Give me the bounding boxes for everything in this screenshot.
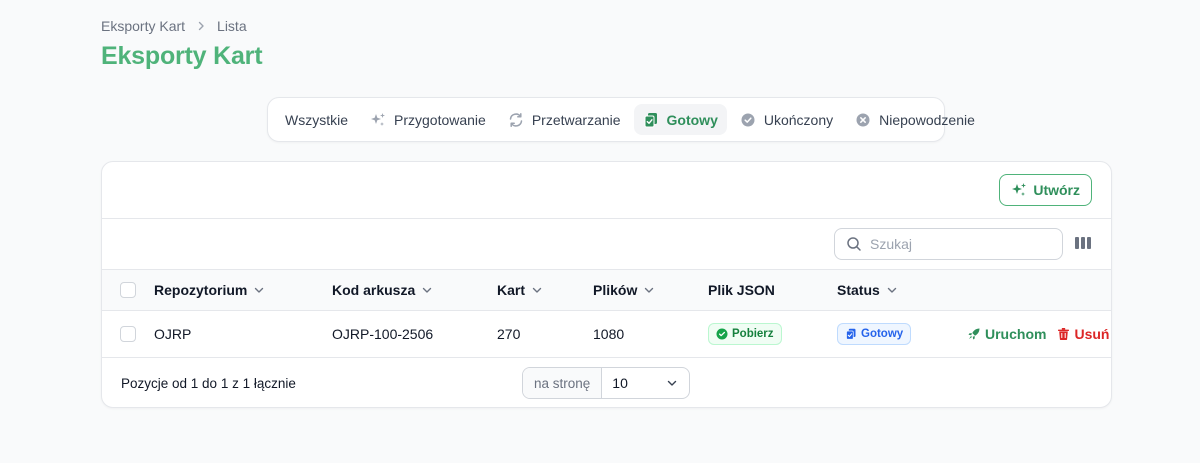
rocket-icon bbox=[968, 328, 980, 340]
pagination-summary: Pozycje od 1 do 1 z 1 łącznie bbox=[121, 375, 296, 391]
create-button-label: Utwórz bbox=[1033, 182, 1080, 198]
breadcrumb-current: Lista bbox=[217, 18, 247, 34]
row-select-checkbox[interactable] bbox=[120, 326, 136, 342]
run-button-label: Uruchom bbox=[985, 326, 1047, 342]
page-title: Eksporty Kart bbox=[101, 42, 263, 70]
chevron-down-icon bbox=[643, 284, 655, 296]
cell-sheet-code: OJRP-100-2506 bbox=[332, 326, 434, 342]
per-page-select[interactable]: 10 bbox=[602, 368, 689, 398]
document-check-icon bbox=[845, 328, 857, 340]
columns-toggle-icon[interactable] bbox=[1075, 236, 1091, 250]
sparkles-icon bbox=[1011, 182, 1027, 198]
check-circle-icon bbox=[740, 112, 756, 128]
tab-label: Ukończony bbox=[763, 111, 834, 128]
tab-label: Wszystkie bbox=[285, 111, 348, 128]
chevron-down-icon bbox=[253, 284, 265, 296]
tab-preparation[interactable]: Przygotowanie bbox=[361, 104, 495, 135]
table-footer: Pozycje od 1 do 1 z 1 łącznie na stronę … bbox=[102, 358, 1111, 407]
cell-json-file: Pobierz bbox=[708, 311, 782, 357]
cell-status: Gotowy bbox=[837, 311, 912, 357]
column-label: Kart bbox=[497, 282, 526, 298]
tab-label: Gotowy bbox=[666, 111, 718, 128]
x-circle-icon bbox=[855, 112, 871, 128]
tab-completed[interactable]: Ukończony bbox=[731, 104, 842, 135]
chevron-down-icon bbox=[666, 377, 678, 389]
tab-label: Przygotowanie bbox=[394, 111, 486, 128]
download-json-button[interactable]: Pobierz bbox=[708, 323, 782, 345]
document-check-icon bbox=[643, 112, 659, 128]
column-header-sheet-code[interactable]: Kod arkusza bbox=[332, 270, 433, 310]
breadcrumb: Eksporty Kart Lista bbox=[101, 18, 247, 34]
column-label: Plików bbox=[593, 282, 638, 298]
column-header-cards[interactable]: Kart bbox=[497, 270, 543, 310]
column-header-status[interactable]: Status bbox=[837, 270, 898, 310]
chevron-down-icon bbox=[531, 284, 543, 296]
tab-label: Niepowodzenie bbox=[879, 111, 975, 128]
column-header-files[interactable]: Plików bbox=[593, 270, 655, 310]
chevron-right-icon bbox=[195, 20, 207, 32]
per-page-control: na stronę 10 bbox=[522, 367, 690, 399]
status-badge: Gotowy bbox=[837, 323, 912, 345]
column-header-repository[interactable]: Repozytorium bbox=[154, 270, 265, 310]
check-circle-icon bbox=[716, 328, 728, 340]
breadcrumb-link-exports[interactable]: Eksporty Kart bbox=[101, 18, 185, 34]
cell-files: 1080 bbox=[593, 326, 625, 342]
run-button[interactable]: Uruchom bbox=[968, 326, 1046, 342]
tab-processing[interactable]: Przetwarzanie bbox=[499, 104, 630, 135]
cell-cards: 270 bbox=[497, 326, 521, 342]
table-row[interactable]: OJRP OJRP-100-2506 270 1080 Pobierz Goto… bbox=[102, 311, 1111, 358]
column-label: Status bbox=[837, 282, 880, 298]
per-page-label: na stronę bbox=[523, 368, 603, 398]
column-label: Plik JSON bbox=[708, 282, 775, 298]
search-icon bbox=[846, 236, 862, 252]
select-all-checkbox[interactable] bbox=[120, 282, 136, 298]
cell-actions: Uruchom Usuń bbox=[968, 311, 1109, 357]
search-box bbox=[834, 228, 1063, 260]
table-toolbar bbox=[102, 219, 1111, 270]
column-label: Kod arkusza bbox=[332, 282, 416, 298]
column-header-json-file: Plik JSON bbox=[708, 270, 775, 310]
table-header: Repozytorium Kod arkusza Kart Plików Pli… bbox=[102, 270, 1111, 311]
delete-button-label: Usuń bbox=[1074, 326, 1110, 342]
chevron-down-icon bbox=[886, 284, 898, 296]
chevron-down-icon bbox=[421, 284, 433, 296]
sparkles-icon bbox=[370, 112, 386, 128]
trash-icon bbox=[1058, 328, 1070, 340]
exports-table-card: Utwórz Repozytorium Kod arku bbox=[101, 161, 1112, 408]
delete-button[interactable]: Usuń bbox=[1058, 326, 1109, 342]
tab-failed[interactable]: Niepowodzenie bbox=[846, 104, 984, 135]
per-page-value: 10 bbox=[612, 375, 628, 391]
refresh-icon bbox=[508, 112, 524, 128]
column-label: Repozytorium bbox=[154, 282, 248, 298]
tab-ready[interactable]: Gotowy bbox=[633, 104, 727, 135]
tab-label: Przetwarzanie bbox=[531, 111, 621, 128]
download-json-label: Pobierz bbox=[732, 328, 774, 340]
search-input[interactable] bbox=[870, 236, 1050, 252]
card-header: Utwórz bbox=[102, 162, 1111, 219]
tab-all[interactable]: Wszystkie bbox=[276, 104, 357, 135]
status-badge-label: Gotowy bbox=[861, 328, 904, 340]
create-button[interactable]: Utwórz bbox=[999, 174, 1092, 206]
cell-repository: OJRP bbox=[154, 326, 192, 342]
status-tabs: Wszystkie Przygotowanie Przetwarzanie Go… bbox=[267, 97, 975, 142]
